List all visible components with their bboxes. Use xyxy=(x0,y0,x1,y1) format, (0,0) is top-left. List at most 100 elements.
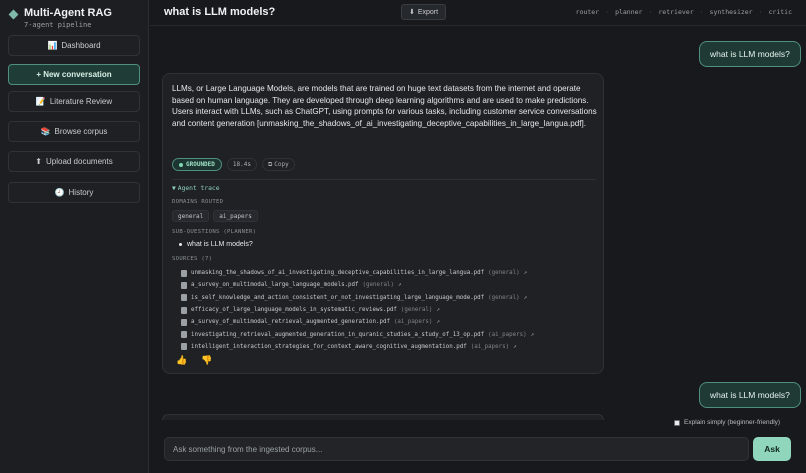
agent-trace-toggle[interactable]: ▼ Agent trace xyxy=(172,185,220,192)
clock-icon: 🕘 xyxy=(54,188,65,197)
copy-button[interactable]: ⧉ Copy xyxy=(261,158,295,171)
source-filename: investigating_retrieval_augmented_genera… xyxy=(191,331,485,338)
sidebar-item-browse-corpus[interactable]: 📚 Browse corpus xyxy=(8,121,140,142)
answer-meta-row: GROUNDED 18.4s ⧉ Copy xyxy=(172,158,295,171)
sub-questions-label: SUB-QUESTIONS (PLANNER) xyxy=(172,229,257,235)
document-icon xyxy=(181,318,187,326)
status-dot-icon xyxy=(179,162,183,167)
status-label: GROUNDED xyxy=(186,161,215,168)
sidebar-item-label: History xyxy=(68,188,94,197)
sidebar-item-history[interactable]: 🕘 History xyxy=(8,182,140,203)
source-item[interactable]: efficacy_of_large_language_models_in_sys… xyxy=(181,304,534,316)
top-bar: what is LLM models? ⬇ Export router · pl… xyxy=(150,0,806,26)
domain-chips: general ai_papers xyxy=(172,210,258,222)
external-link-icon: ↗ xyxy=(523,270,528,277)
agent-trace-label: Agent trace xyxy=(177,185,220,192)
sidebar-item-label: Browse corpus xyxy=(54,127,108,136)
sub-question-text: what is LLM models? xyxy=(187,241,253,248)
document-icon xyxy=(181,294,187,302)
ask-button[interactable]: Ask xyxy=(753,437,791,461)
pipeline-step-router: router xyxy=(575,8,600,16)
caret-down-icon: ▼ xyxy=(172,185,176,192)
document-icon xyxy=(181,269,187,277)
sources-list: unmasking_the_shadows_of_ai_investigatin… xyxy=(181,267,534,353)
source-item[interactable]: unmasking_the_shadows_of_ai_investigatin… xyxy=(181,267,534,279)
domain-chip: general xyxy=(172,210,210,222)
external-link-icon: ↗ xyxy=(513,343,517,350)
sidebar-item-literature-review[interactable]: 📝 Literature Review xyxy=(8,91,140,112)
pipeline-step-critic: critic xyxy=(768,8,792,16)
sidebar-item-dashboard[interactable]: 📊 Dashboard xyxy=(8,35,140,56)
sidebar-item-label: Literature Review xyxy=(49,97,113,106)
page-title: what is LLM models? xyxy=(164,6,276,18)
sidebar: Multi-Agent RAG 7-agent pipeline 📊 Dashb… xyxy=(0,0,149,473)
sidebar-item-label: Dashboard xyxy=(61,41,101,50)
source-item[interactable]: a_survey_of_multimodal_retrieval_augment… xyxy=(181,316,534,328)
external-link-icon: ↗ xyxy=(436,319,440,326)
latency-badge: 18.4s xyxy=(226,158,257,171)
source-filename: a_survey_on_multimodal_large_language_mo… xyxy=(191,282,359,289)
explain-simply-toggle[interactable]: Explain simply (beginner-friendly) xyxy=(674,419,780,426)
thumbs-down-icon[interactable]: 👎 xyxy=(201,355,212,366)
status-badge: GROUNDED xyxy=(172,158,222,171)
user-message: what is LLM models? xyxy=(699,41,801,67)
source-item[interactable]: is_self_knowledge_and_action_consistent_… xyxy=(181,292,534,304)
pipeline-separator: · xyxy=(699,8,704,16)
bullet-icon xyxy=(179,243,182,246)
books-icon: 📚 xyxy=(40,127,51,136)
source-item[interactable]: investigating_retrieval_augmented_genera… xyxy=(181,328,534,340)
sidebar-item-label: + New conversation xyxy=(36,70,112,79)
external-link-icon: ↗ xyxy=(397,282,402,289)
source-domain: (general) xyxy=(488,294,520,301)
explain-simply-checkbox[interactable] xyxy=(674,419,680,426)
pipeline-step-synthesizer: synthesizer xyxy=(709,8,753,16)
source-filename: efficacy_of_large_language_models_in_sys… xyxy=(191,307,397,314)
export-button[interactable]: ⬇ Export xyxy=(401,4,447,20)
document-icon xyxy=(181,306,187,314)
source-domain: (general) xyxy=(362,282,394,289)
external-link-icon: ↗ xyxy=(530,331,535,338)
download-icon: ⬇ xyxy=(409,9,415,16)
thumbs-up-icon[interactable]: 👍 xyxy=(176,355,187,366)
assistant-answer-card: LLMs, or Large Language Models, are mode… xyxy=(162,73,604,374)
source-domain: (ai_papers) xyxy=(393,319,433,326)
copy-label: Copy xyxy=(274,161,289,168)
assistant-answer-card-loading xyxy=(162,414,604,420)
sidebar-item-upload-documents[interactable]: ⬆ Upload documents xyxy=(8,151,140,172)
memo-icon: 📝 xyxy=(35,97,46,106)
domain-chip: ai_papers xyxy=(213,210,258,222)
upload-icon: ⬆ xyxy=(35,157,42,166)
document-icon xyxy=(181,343,187,351)
document-icon xyxy=(181,331,187,339)
source-item[interactable]: intelligent_interaction_strategies_for_c… xyxy=(181,341,534,353)
source-domain: (ai_papers) xyxy=(488,331,527,338)
chart-icon: 📊 xyxy=(47,41,58,50)
source-filename: a_survey_of_multimodal_retrieval_augment… xyxy=(191,319,390,326)
pipeline-step-planner: planner xyxy=(615,8,643,16)
brand-logo-icon xyxy=(8,9,19,20)
explain-simply-label: Explain simply (beginner-friendly) xyxy=(684,419,781,426)
brand: Multi-Agent RAG 7-agent pipeline xyxy=(8,6,112,29)
external-link-icon: ↗ xyxy=(523,294,528,301)
sources-label: SOURCES (7) xyxy=(172,256,213,262)
new-conversation-button[interactable]: + New conversation xyxy=(8,64,140,85)
ask-input[interactable] xyxy=(164,437,749,461)
source-domain: (general) xyxy=(400,307,433,314)
domains-routed-label: DOMAINS ROUTED xyxy=(172,199,224,205)
pipeline-steps: router · planner · retriever · synthesiz… xyxy=(576,8,792,16)
pipeline-separator: · xyxy=(758,8,763,16)
brand-subtitle: 7-agent pipeline xyxy=(24,21,92,29)
divider xyxy=(172,179,596,180)
user-message: what is LLM models? xyxy=(699,382,801,408)
pipeline-separator: · xyxy=(605,8,610,16)
sub-question-item: what is LLM models? xyxy=(179,241,253,248)
source-item[interactable]: a_survey_on_multimodal_large_language_mo… xyxy=(181,279,534,291)
source-filename: unmasking_the_shadows_of_ai_investigatin… xyxy=(191,270,485,277)
source-domain: (ai_papers) xyxy=(470,343,510,350)
external-link-icon: ↗ xyxy=(436,307,440,314)
brand-title: Multi-Agent RAG xyxy=(24,7,112,19)
pipeline-separator: · xyxy=(648,8,653,16)
pipeline-step-retriever: retriever xyxy=(658,8,694,16)
document-icon xyxy=(181,281,187,289)
answer-text: LLMs, or Large Language Models, are mode… xyxy=(172,84,597,129)
